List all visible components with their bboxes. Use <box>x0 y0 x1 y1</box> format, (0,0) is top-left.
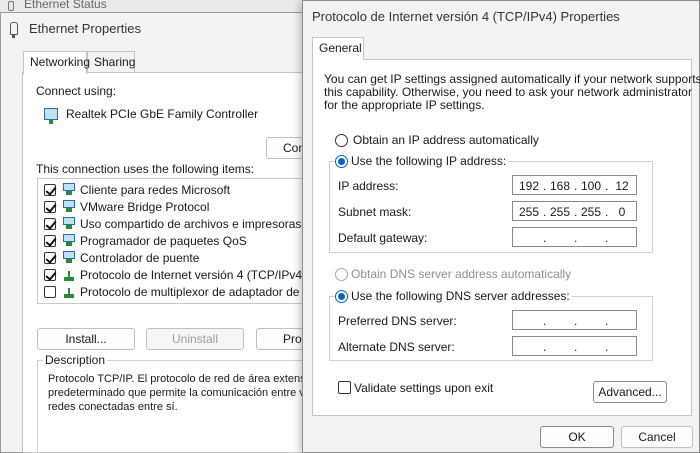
network-service-icon <box>62 251 76 264</box>
item-label: Protocolo de Internet versión 4 (TCP/IPv… <box>80 268 307 282</box>
protocol-icon <box>62 288 76 298</box>
description-title: Description <box>43 353 108 367</box>
default-gateway-input[interactable]: ... <box>512 227 637 247</box>
preferred-dns-label: Preferred DNS server: <box>338 314 457 328</box>
items-label: This connection uses the following items… <box>36 162 255 176</box>
window-title: Protocolo de Internet versión 4 (TCP/IPv… <box>312 9 620 24</box>
use-following-ip-radio[interactable] <box>335 155 348 168</box>
item-checkbox[interactable] <box>44 252 56 264</box>
adapter-box: Realtek PCIe GbE Family Controller <box>34 100 309 130</box>
use-following-dns-label[interactable]: Use the following DNS server addresses: <box>349 289 572 303</box>
ip-octet: 12 <box>615 179 629 193</box>
ip-octet: 168 <box>549 179 571 193</box>
item-checkbox[interactable] <box>44 286 56 298</box>
obtain-dns-auto-label[interactable]: Obtain DNS server address automatically <box>351 267 571 281</box>
alternate-dns-label: Alternate DNS server: <box>338 340 455 354</box>
ip-address-input[interactable]: 192. 168. 100. 12 <box>512 175 637 195</box>
advanced-button[interactable]: Advanced... <box>593 381 667 403</box>
list-item[interactable]: Cliente para redes Microsoft <box>38 182 308 199</box>
window-title: Ethernet Properties <box>29 21 142 36</box>
uninstall-button[interactable]: Uninstall <box>146 328 244 350</box>
item-checkbox[interactable] <box>44 235 56 247</box>
use-following-dns-radio[interactable] <box>335 290 348 303</box>
ethernet-status-title: Ethernet Status <box>24 0 107 11</box>
item-checkbox[interactable] <box>44 201 56 213</box>
ip-address-label: IP address: <box>338 179 399 193</box>
item-checkbox[interactable] <box>44 269 56 281</box>
network-card-icon <box>44 108 58 124</box>
list-item[interactable]: Protocolo de multiplexor de adaptador de… <box>38 284 308 301</box>
network-service-icon <box>62 234 76 247</box>
connection-items-list[interactable]: Cliente para redes Microsoft VMware Brid… <box>37 178 309 304</box>
tab-general[interactable]: General <box>312 37 364 60</box>
preferred-dns-input[interactable]: ... <box>512 310 637 330</box>
network-service-icon <box>62 217 76 230</box>
tab-networking[interactable]: Networking <box>23 51 90 74</box>
item-label: VMware Bridge Protocol <box>80 200 210 214</box>
intro-line: for the appropriate IP settings. <box>324 98 485 112</box>
obtain-dns-auto-radio[interactable] <box>335 268 348 281</box>
intro-text: You can get IP settings assigned automat… <box>324 73 700 112</box>
description-line: predeterminado que permite la comunicaci… <box>48 387 308 399</box>
obtain-ip-auto-label[interactable]: Obtain an IP address automatically <box>353 133 539 147</box>
network-client-icon <box>62 183 76 196</box>
network-adapter-icon <box>10 22 18 38</box>
list-item[interactable]: VMware Bridge Protocol <box>38 199 308 216</box>
adapter-name: Realtek PCIe GbE Family Controller <box>66 107 259 121</box>
item-label: Uso compartido de archivos e impresoras … <box>80 217 308 231</box>
ethernet-properties-titlebar[interactable]: Ethernet Properties <box>1 13 308 45</box>
ip-octet: 100 <box>580 179 602 193</box>
item-label: Cliente para redes Microsoft <box>80 183 231 197</box>
list-item[interactable]: Programador de paquetes QoS <box>38 233 308 250</box>
description-line: redes conectadas entre sí. <box>48 401 178 413</box>
ip-octet: 255 <box>518 205 540 219</box>
ip-octet: 255 <box>580 205 602 219</box>
ok-button[interactable]: OK <box>540 426 614 448</box>
ipv4-properties-titlebar[interactable]: Protocolo de Internet versión 4 (TCP/IPv… <box>303 1 699 33</box>
connect-using-label: Connect using: <box>36 84 117 98</box>
obtain-ip-auto-radio[interactable] <box>335 134 348 147</box>
item-checkbox[interactable] <box>44 218 56 230</box>
list-item[interactable]: Protocolo de Internet versión 4 (TCP/IPv… <box>38 267 308 284</box>
ip-octet: 192 <box>518 179 540 193</box>
install-button[interactable]: Install... <box>37 328 135 350</box>
description-text: Protocolo TCP/IP. El protocolo de red de… <box>48 372 308 414</box>
validate-label[interactable]: Validate settings upon exit <box>354 381 493 395</box>
subnet-mask-label: Subnet mask: <box>338 205 412 219</box>
ipv4-properties-window: Protocolo de Internet versión 4 (TCP/IPv… <box>302 0 700 453</box>
ip-octet: 255 <box>549 205 571 219</box>
item-label: Controlador de puente <box>80 251 200 265</box>
alternate-dns-input[interactable]: ... <box>512 336 637 356</box>
ip-octet: 0 <box>618 205 626 219</box>
network-adapter-icon <box>8 1 14 11</box>
description-line: Protocolo TCP/IP. El protocolo de red de… <box>48 373 308 385</box>
use-following-ip-label[interactable]: Use the following IP address: <box>349 154 509 168</box>
list-item[interactable]: Uso compartido de archivos e impresoras … <box>38 216 308 233</box>
subnet-mask-input[interactable]: 255. 255. 255. 0 <box>512 201 637 221</box>
item-label: Protocolo de multiplexor de adaptador de… <box>80 285 308 299</box>
list-item[interactable]: Controlador de puente <box>38 250 308 267</box>
item-label: Programador de paquetes QoS <box>80 234 247 248</box>
validate-checkbox[interactable] <box>338 381 351 394</box>
tab-sharing[interactable]: Sharing <box>87 51 135 73</box>
item-checkbox[interactable] <box>44 184 56 196</box>
cancel-button[interactable]: Cancel <box>621 426 693 448</box>
protocol-icon <box>62 271 76 281</box>
default-gateway-label: Default gateway: <box>338 231 428 245</box>
network-service-icon <box>62 200 76 213</box>
